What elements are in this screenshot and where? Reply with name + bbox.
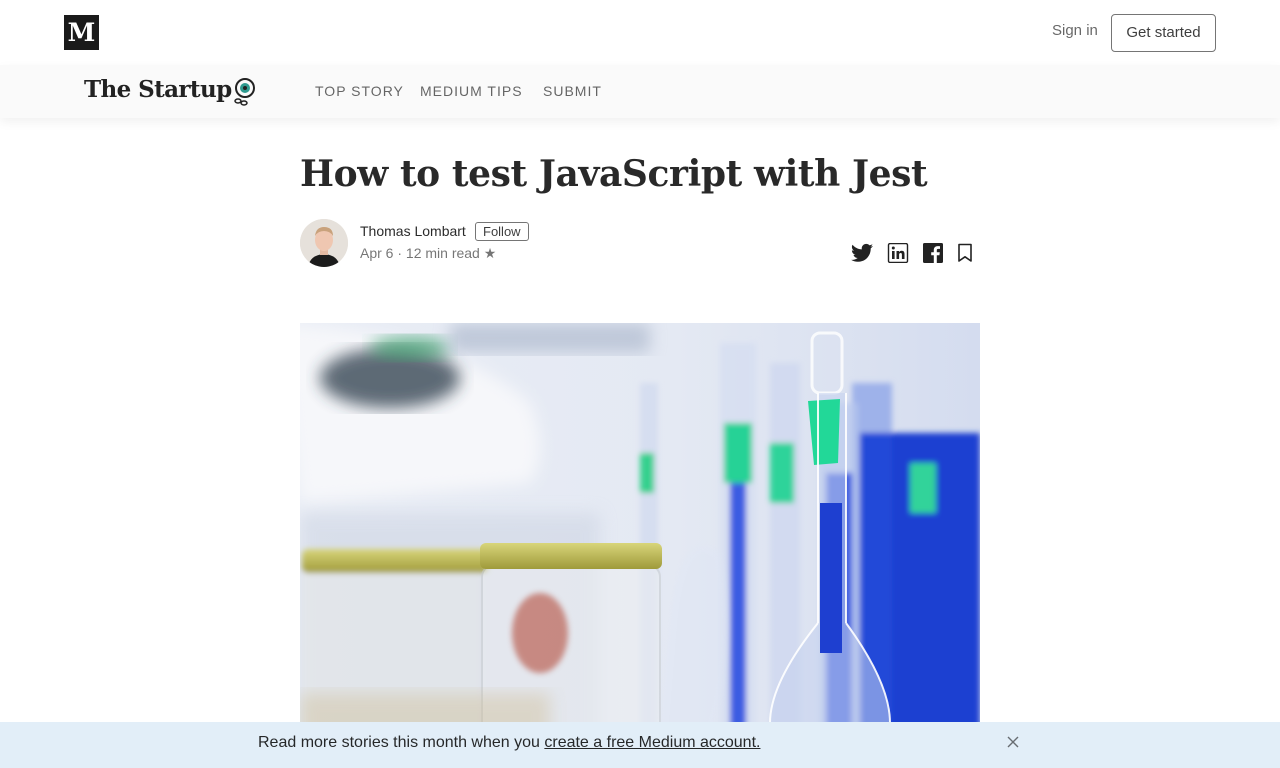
nav-medium-tips[interactable]: MEDIUM TIPS [420, 83, 523, 99]
publication-logo[interactable]: The Startup [84, 76, 232, 103]
get-started-button[interactable]: Get started [1111, 14, 1216, 52]
bookmark-icon[interactable] [956, 243, 974, 263]
signup-banner: Read more stories this month when you cr… [0, 722, 1280, 768]
article-title: How to test JavaScript with Jest [300, 153, 928, 195]
nav-submit[interactable]: SUBMIT [543, 83, 602, 99]
facebook-icon[interactable] [922, 243, 944, 263]
twitter-icon[interactable] [851, 243, 873, 263]
author-name[interactable]: Thomas Lombart [360, 223, 466, 239]
startup-emblem-icon [234, 78, 255, 106]
site-header: M Sign in Get started [0, 0, 1280, 65]
medium-logo[interactable]: M [64, 15, 99, 50]
hero-image [300, 323, 980, 743]
article-meta: Apr 6 · 12 min read ★ [360, 245, 497, 261]
banner-message: Read more stories this month when you cr… [258, 734, 760, 752]
close-icon[interactable] [1005, 734, 1021, 750]
banner-text: Read more stories this month when you [258, 734, 545, 751]
linkedin-icon[interactable] [887, 243, 909, 263]
sign-in-link[interactable]: Sign in [1052, 22, 1098, 39]
follow-button[interactable]: Follow [475, 222, 529, 241]
publication-bar: The Startup TOP STORY MEDIUM TIPS SUBMIT [0, 65, 1280, 118]
create-account-link[interactable]: create a free Medium account. [544, 734, 760, 751]
nav-top-story[interactable]: TOP STORY [315, 83, 404, 99]
author-avatar[interactable] [300, 219, 348, 267]
